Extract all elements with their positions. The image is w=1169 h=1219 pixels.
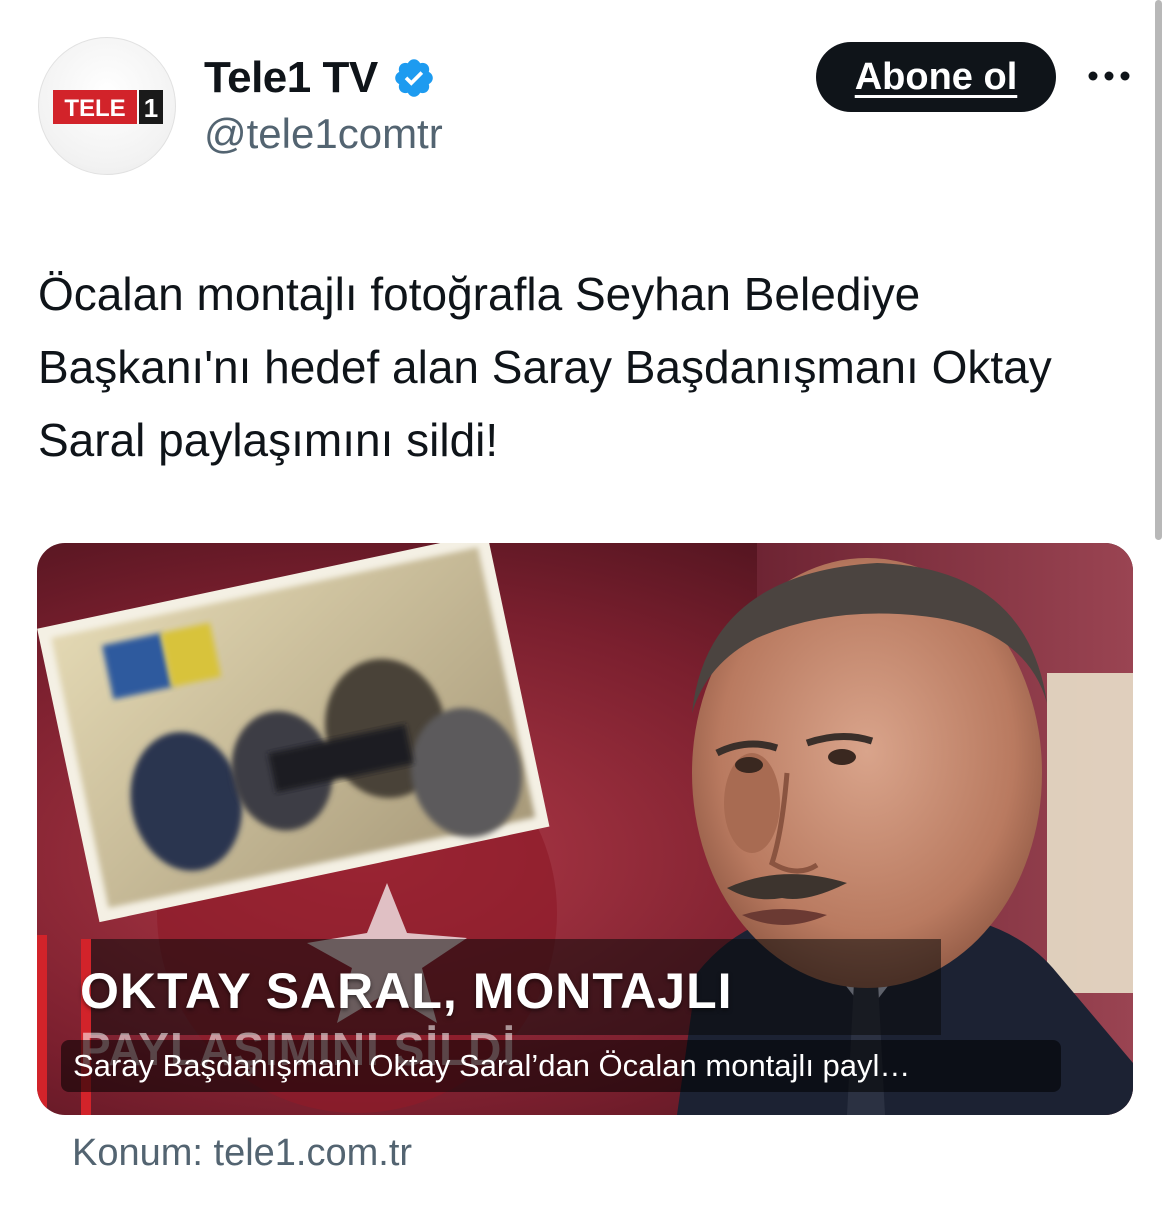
more-horizontal-icon[interactable] — [1084, 56, 1134, 96]
account-handle[interactable]: @tele1comtr — [204, 110, 443, 158]
tele1-logo: TELE 1 — [53, 90, 163, 124]
verified-badge-icon[interactable] — [392, 56, 436, 100]
tweet: TELE 1 Tele1 TV @tele1comtr Abone ol Öca… — [0, 0, 1169, 1219]
follow-button[interactable]: Abone ol — [816, 42, 1056, 112]
account-avatar[interactable]: TELE 1 — [38, 37, 176, 175]
display-name-row[interactable]: Tele1 TV — [204, 50, 436, 106]
tweet-text: Öcalan montajlı fotoğrafla Seyhan Beledi… — [38, 268, 1052, 466]
display-name[interactable]: Tele1 TV — [204, 53, 378, 103]
scrollbar[interactable] — [1155, 0, 1162, 540]
svg-text:TELE: TELE — [64, 95, 125, 122]
card-caption[interactable]: Saray Başdanışmanı Oktay Saral’dan Öcala… — [61, 1040, 1061, 1092]
svg-text:1: 1 — [144, 93, 158, 123]
card-source-link[interactable]: Konum: tele1.com.tr — [72, 1132, 412, 1175]
card-headline: OKTAY SARAL, MONTAJLI — [80, 963, 733, 1019]
